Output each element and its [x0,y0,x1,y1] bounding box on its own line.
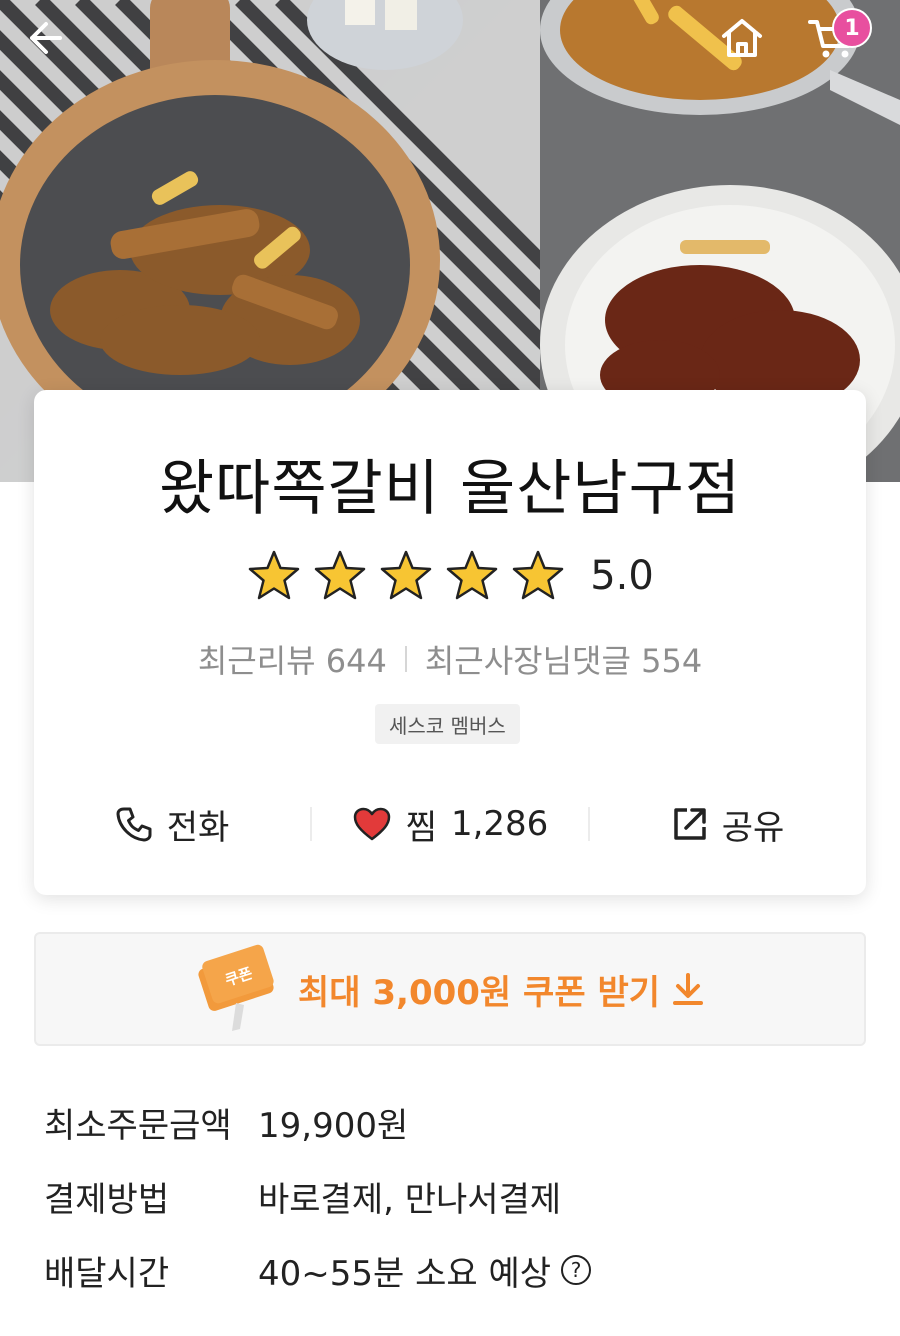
star-icon [314,550,366,600]
review-counts: 최근리뷰 644 최근사장님댓글 554 [34,636,866,682]
phone-icon [116,807,152,842]
favorite-label: 찜 [405,807,437,848]
coupon-text: 최대 3,000원 쿠폰 받기 [297,972,660,1013]
store-info-card: 왔따쪽갈비 울산남구점 5.0 최근리뷰 644 최근사장님댓글 554 세스코… [34,390,866,895]
cart-button[interactable]: 1 [808,8,880,80]
recent-reviews-label: 최근리뷰 [197,642,316,680]
star-icon [380,550,432,600]
favorite-count: 1,286 [450,804,549,844]
star-icon [446,550,498,600]
heart-icon [353,807,390,841]
share-button[interactable]: 공유 [590,800,866,849]
coupon-download-button[interactable]: 쿠폰 최대 3,000원 쿠폰 받기 [34,932,866,1046]
owner-replies-count: 554 [641,642,703,680]
delivery-time-value-wrap: 40~55분 소요 예상 ? [258,1246,592,1295]
coupon-ticket-icon: 쿠폰 [198,944,274,1031]
payment-method-label: 결제방법 [44,1179,170,1220]
rating-row: 5.0 [34,548,866,604]
share-icon [673,808,706,840]
min-order-label: 최소주문금액 [44,1105,232,1146]
owner-replies-link[interactable]: 최근사장님댓글 554 [425,636,702,682]
home-button[interactable] [720,16,784,80]
cesco-member-badge: 세스코 멤버스 [375,704,520,744]
delivery-time-row: 배달시간 40~55분 소요 예상 ? [44,1233,864,1307]
min-order-row: 최소주문금액 19,900원 [44,1085,864,1159]
rating-score: 5.0 [590,553,654,599]
payment-method-value: 바로결제, 만나서결제 [258,1179,562,1220]
call-button[interactable]: 전화 [34,800,310,849]
recent-reviews-link[interactable]: 최근리뷰 644 [198,636,387,682]
divider [404,646,407,672]
favorite-button[interactable]: 찜 1,286 [312,800,588,849]
delivery-time-value: 40~55분 소요 예상 [258,1253,552,1294]
store-actions: 전화 찜 1,286 공유 [34,792,866,856]
payment-method-row: 결제방법 바로결제, 만나서결제 [44,1159,864,1233]
download-arrow-icon [673,973,703,1005]
owner-replies-label: 최근사장님댓글 [424,642,631,680]
delivery-time-label: 배달시간 [44,1253,170,1294]
store-name: 왔따쪽갈비 울산남구점 [158,454,742,524]
call-label: 전화 [166,807,230,848]
share-label: 공유 [721,807,785,848]
recent-reviews-count: 644 [325,642,387,680]
back-arrow-icon [30,22,62,54]
back-button[interactable] [24,18,88,78]
cart-count-badge: 1 [832,8,872,48]
store-info-list: 최소주문금액 19,900원 결제방법 바로결제, 만나서결제 배달시간 40~… [44,1085,864,1307]
star-icon [248,550,300,600]
star-icon [512,550,564,600]
min-order-value: 19,900원 [258,1105,409,1146]
home-icon [722,19,762,57]
question-circle-icon[interactable]: ? [561,1255,592,1285]
